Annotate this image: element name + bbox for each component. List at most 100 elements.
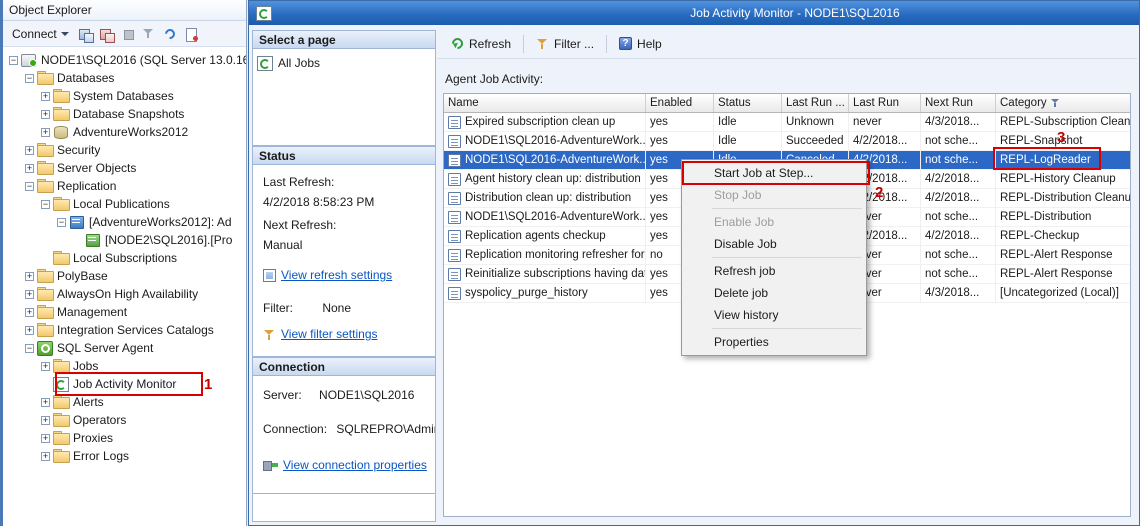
- tree-expander-icon[interactable]: +: [41, 110, 50, 119]
- tree-item[interactable]: + Security: [3, 141, 246, 159]
- menu-item[interactable]: Delete job: [684, 282, 864, 304]
- context-menu: Start Job at Step...Stop JobEnable JobDi…: [681, 159, 867, 356]
- tree-item[interactable]: + Management: [3, 303, 246, 321]
- job-name-cell: NODE1\SQL2016-AdventureWork...: [465, 154, 646, 166]
- tree-expander-icon[interactable]: −: [25, 344, 34, 353]
- object-explorer-title: Object Explorer: [3, 0, 246, 21]
- column-header-last-run[interactable]: Last Run: [849, 94, 921, 112]
- view-filter-settings-link[interactable]: View filter settings: [263, 327, 431, 341]
- table-row[interactable]: NODE1\SQL2016-AdventureWork... yes Idle …: [444, 132, 1130, 151]
- connection-section-header: Connection: [252, 357, 436, 376]
- tree-item[interactable]: + Operators: [3, 411, 246, 429]
- tree-item-label: Database Snapshots: [73, 107, 184, 121]
- tree-item-label: Proxies: [73, 431, 113, 445]
- tree-expander-icon[interactable]: −: [9, 56, 18, 65]
- tree-item[interactable]: − [AdventureWorks2012]: Ad: [3, 213, 246, 231]
- tree-expander-icon[interactable]: +: [25, 164, 34, 173]
- filter-button[interactable]: Filter ...: [530, 34, 600, 54]
- tree-item[interactable]: + Jobs: [3, 357, 246, 375]
- column-header-last-run-outcome[interactable]: Last Run ...: [782, 94, 849, 112]
- tree-expander-icon[interactable]: −: [57, 218, 66, 227]
- folder-icon: [53, 89, 69, 103]
- tree-item[interactable]: + Proxies: [3, 429, 246, 447]
- menu-item[interactable]: Properties: [684, 331, 864, 353]
- disconnect-icon[interactable]: [99, 26, 115, 42]
- tree-item[interactable]: Job Activity Monitor: [3, 375, 246, 393]
- tree-item-label: Integration Services Catalogs: [57, 323, 214, 337]
- stop-icon[interactable]: [120, 26, 136, 42]
- tree-expander-icon[interactable]: −: [25, 182, 34, 191]
- tree-item[interactable]: Local Subscriptions: [3, 249, 246, 267]
- tree-expander-icon[interactable]: +: [41, 92, 50, 101]
- tree-item[interactable]: − Databases: [3, 69, 246, 87]
- job-icon: [448, 116, 461, 129]
- folder-icon: [53, 413, 69, 427]
- job-next-run-cell: not sche...: [921, 246, 996, 264]
- tree-expander-icon[interactable]: +: [41, 416, 50, 425]
- column-header-category[interactable]: Category: [996, 94, 1131, 112]
- tree-expander-icon[interactable]: +: [41, 362, 50, 371]
- tree-item[interactable]: [NODE2\SQL2016].[Pro: [3, 231, 246, 249]
- menu-item[interactable]: Refresh job: [684, 260, 864, 282]
- filter-icon[interactable]: [141, 26, 157, 42]
- column-header-name[interactable]: Name: [444, 94, 646, 112]
- tree-item[interactable]: + Integration Services Catalogs: [3, 321, 246, 339]
- tree-item-label: PolyBase: [57, 269, 108, 283]
- tree-expander-icon[interactable]: +: [41, 434, 50, 443]
- object-explorer-toolbar: Connect: [3, 21, 246, 47]
- tree-item[interactable]: − NODE1\SQL2016 (SQL Server 13.0.160: [3, 51, 246, 69]
- all-jobs-label: All Jobs: [278, 56, 320, 70]
- tree-item[interactable]: + System Databases: [3, 87, 246, 105]
- connect-object-icon[interactable]: [78, 26, 94, 42]
- table-row[interactable]: Expired subscription clean up yes Idle U…: [444, 113, 1130, 132]
- tree-item[interactable]: − Local Publications: [3, 195, 246, 213]
- tree-expander-icon[interactable]: +: [25, 326, 34, 335]
- column-header-status[interactable]: Status: [714, 94, 782, 112]
- job-status-cell: Idle: [714, 113, 782, 131]
- menu-separator: [712, 257, 862, 258]
- tree-item[interactable]: + PolyBase: [3, 267, 246, 285]
- tree-expander-icon[interactable]: +: [25, 290, 34, 299]
- tree-expander-icon[interactable]: −: [41, 200, 50, 209]
- tree-item[interactable]: + Alerts: [3, 393, 246, 411]
- view-connection-properties-link[interactable]: View connection properties: [263, 458, 431, 472]
- refresh-button[interactable]: Refresh: [445, 34, 517, 54]
- menu-item[interactable]: Disable Job: [684, 233, 864, 255]
- tree-item[interactable]: + Error Logs: [3, 447, 246, 465]
- window-titlebar: Job Activity Monitor - NODE1\SQL2016: [249, 1, 1139, 25]
- tree-expander-icon[interactable]: +: [25, 272, 34, 281]
- status-section-body: Last Refresh: 4/2/2018 8:58:23 PM Next R…: [252, 165, 436, 357]
- tree-item[interactable]: + Server Objects: [3, 159, 246, 177]
- column-header-next-run[interactable]: Next Run: [921, 94, 996, 112]
- job-icon: [448, 154, 461, 167]
- tree-expander-icon[interactable]: +: [41, 452, 50, 461]
- next-refresh-label: Next Refresh:: [263, 218, 431, 232]
- select-a-page-header: Select a page: [252, 30, 436, 49]
- tree-expander-icon[interactable]: +: [25, 308, 34, 317]
- connect-button[interactable]: Connect: [8, 25, 73, 43]
- menu-item[interactable]: View history: [684, 304, 864, 326]
- tree-item[interactable]: + AdventureWorks2012: [3, 123, 246, 141]
- tree-expander-icon[interactable]: −: [25, 74, 34, 83]
- tree-item[interactable]: − SQL Server Agent: [3, 339, 246, 357]
- job-last-run-outcome-cell: Unknown: [782, 113, 849, 131]
- folder-icon: [53, 431, 69, 445]
- job-icon: [448, 192, 461, 205]
- tree-expander-icon[interactable]: +: [41, 398, 50, 407]
- column-header-enabled[interactable]: Enabled: [646, 94, 714, 112]
- refresh-icon[interactable]: [162, 26, 178, 42]
- job-enabled-cell: yes: [646, 113, 714, 131]
- view-refresh-settings-link[interactable]: View refresh settings: [263, 268, 431, 282]
- tree-item[interactable]: + AlwaysOn High Availability: [3, 285, 246, 303]
- tree-expander-icon[interactable]: +: [25, 146, 34, 155]
- tree-item[interactable]: − Replication: [3, 177, 246, 195]
- script-icon[interactable]: [183, 26, 199, 42]
- page-item-all-jobs[interactable]: All Jobs: [257, 54, 431, 72]
- folder-icon: [37, 179, 53, 193]
- tree-item[interactable]: + Database Snapshots: [3, 105, 246, 123]
- menu-item[interactable]: Start Job at Step...: [684, 162, 864, 184]
- job-name-cell: NODE1\SQL2016-AdventureWork...: [465, 135, 646, 147]
- job-icon: [448, 211, 461, 224]
- tree-expander-icon[interactable]: +: [41, 128, 50, 137]
- help-button[interactable]: Help: [613, 34, 668, 54]
